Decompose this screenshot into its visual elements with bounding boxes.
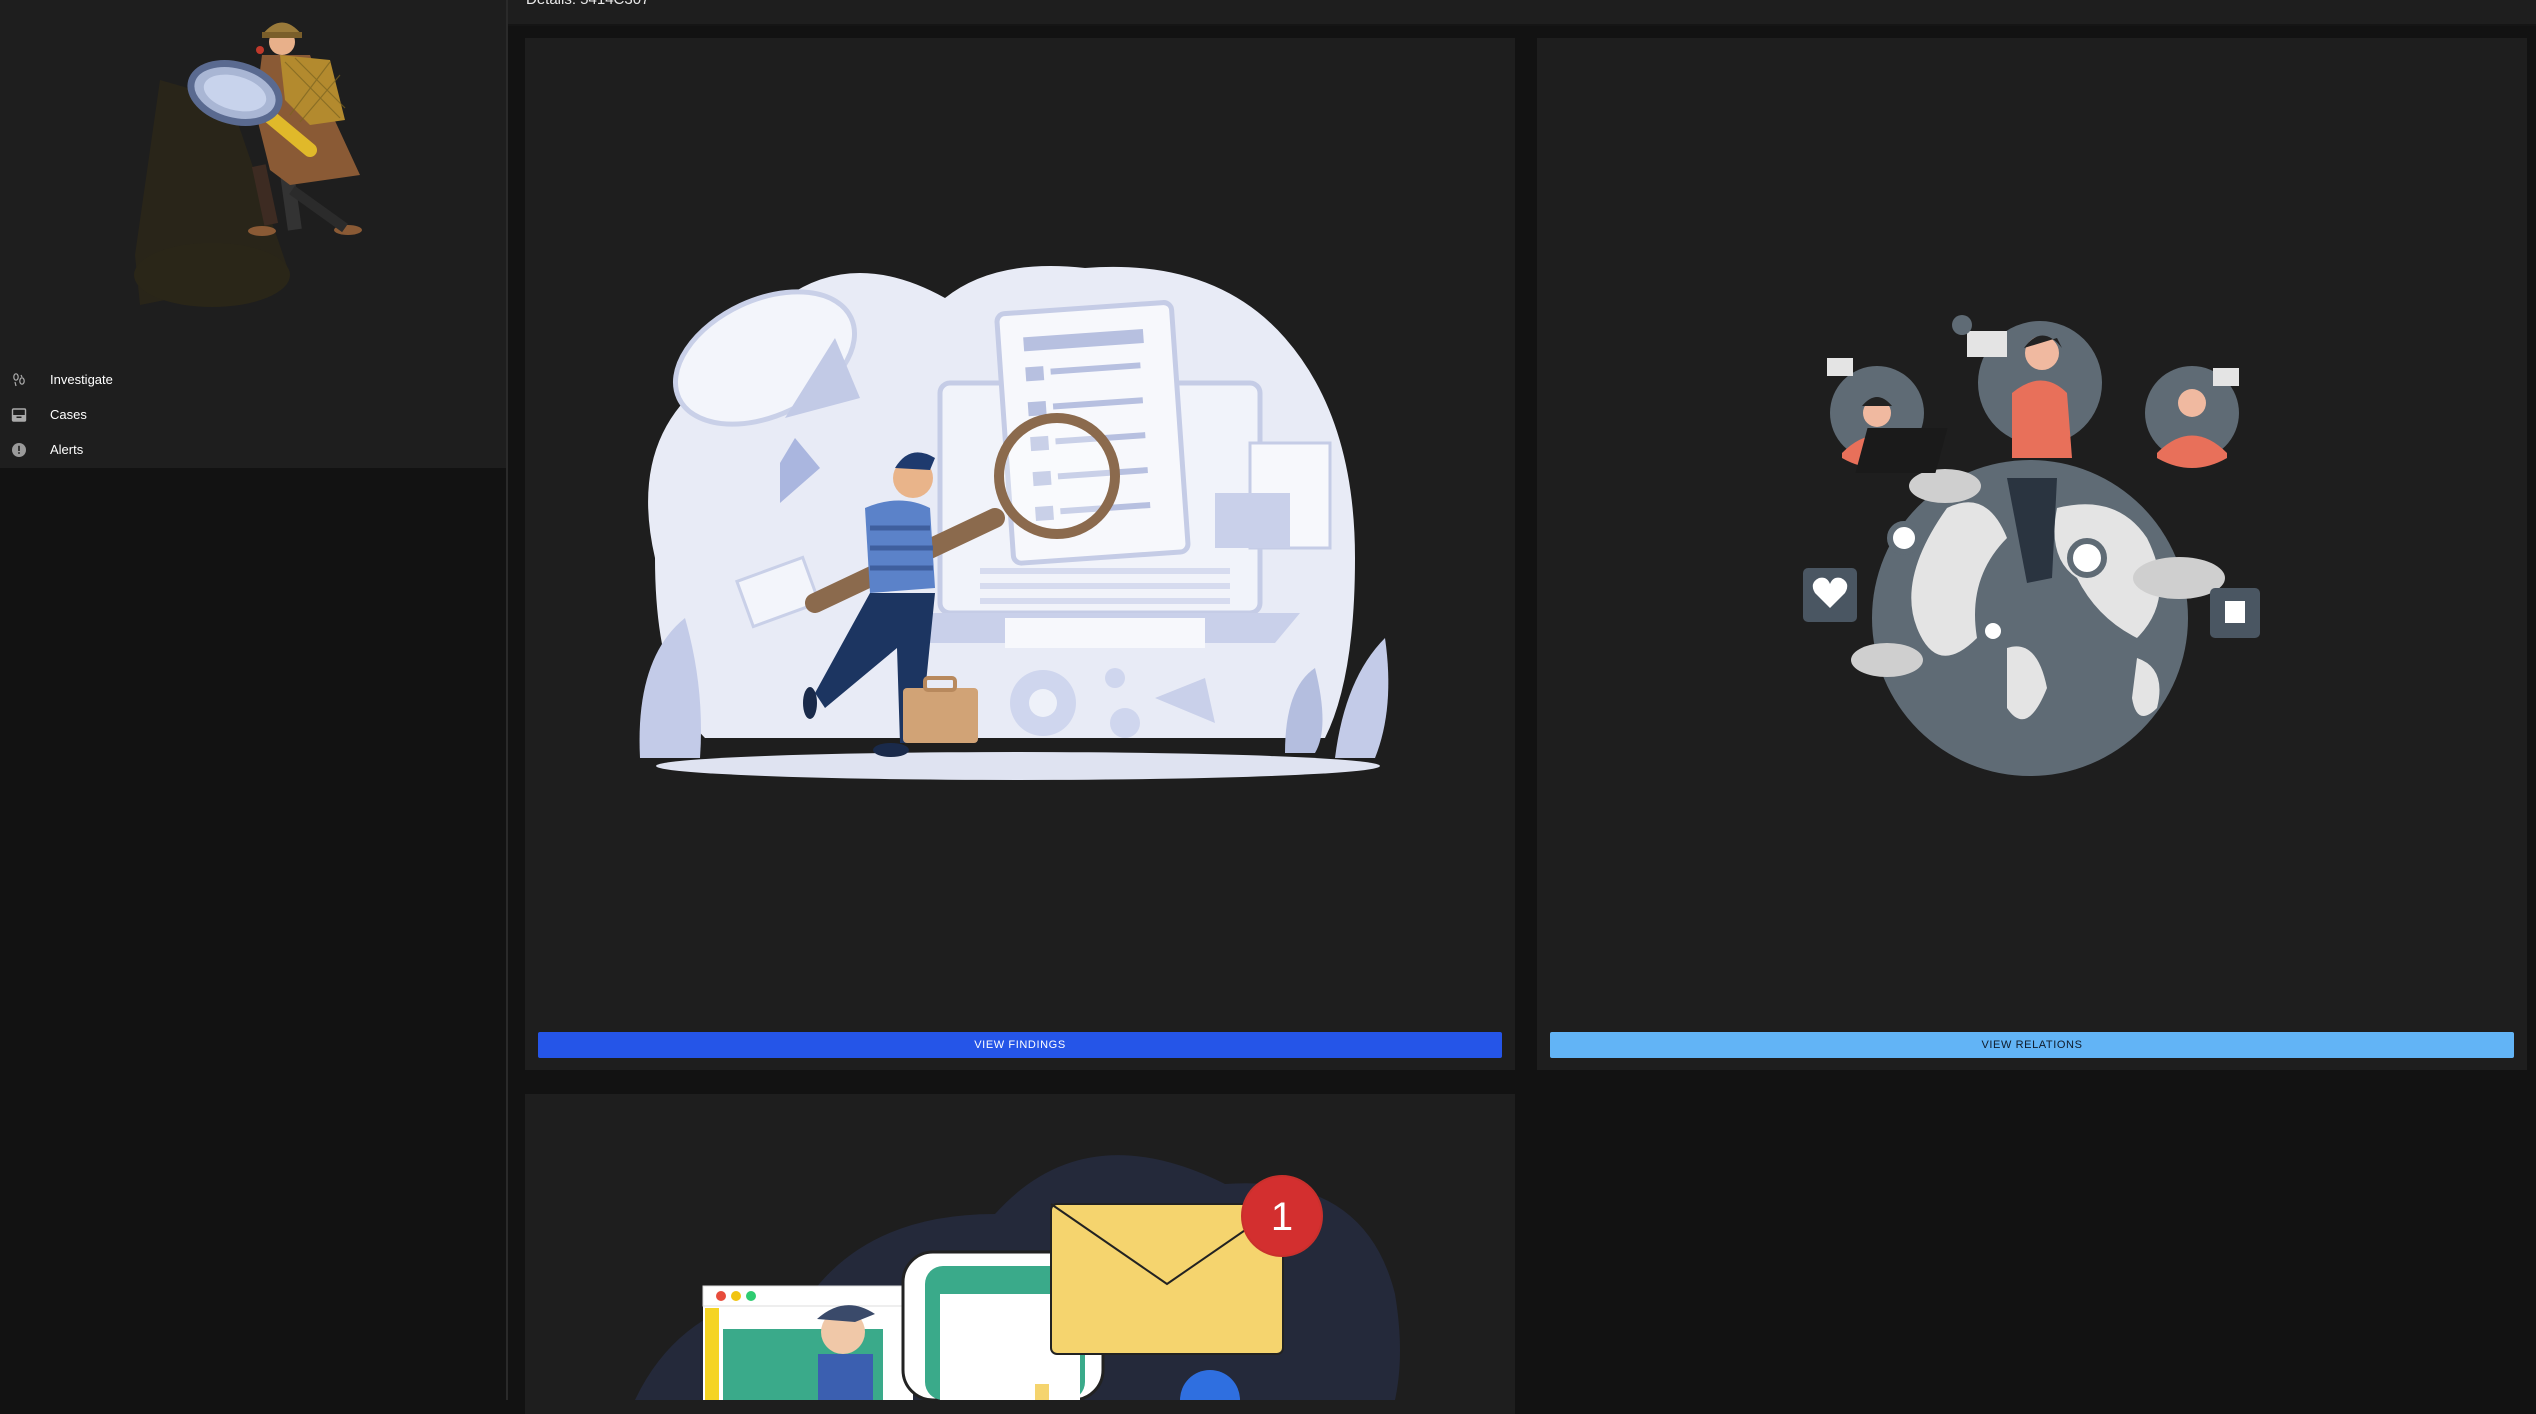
sidebar-item-alerts[interactable]: Alerts — [0, 432, 506, 467]
view-findings-button[interactable]: VIEW FINDINGS — [538, 1032, 1502, 1058]
notification-badge-count: 1 — [1271, 1195, 1293, 1239]
relations-illustration — [1803, 315, 2260, 776]
sidebar-item-cases[interactable]: Cases — [0, 397, 506, 432]
sidebar-item-label: Investigate — [50, 372, 113, 387]
detective-logo-icon — [134, 22, 362, 307]
top-bar: Details: 5414C307 — [508, 0, 2536, 26]
inbox-tray-icon — [10, 406, 28, 424]
sidebar-item-label: Alerts — [50, 442, 84, 457]
findings-illustration — [639, 266, 1389, 780]
sidebar-item-investigate[interactable]: Investigate — [0, 362, 506, 397]
alerts-card: 1 — [525, 1094, 1515, 1414]
relations-card: VIEW RELATIONS — [1537, 38, 2527, 1070]
sidebar-item-label: Cases — [50, 407, 87, 422]
app-logo — [0, 0, 506, 362]
page-title: Details: 5414C307 — [526, 0, 649, 8]
view-relations-button[interactable]: VIEW RELATIONS — [1550, 1032, 2514, 1058]
alerts-illustration: 1 — [635, 1155, 1400, 1400]
findings-card: VIEW FINDINGS — [525, 38, 1515, 1070]
sidebar-nav: Investigate Cases Alerts — [0, 362, 506, 468]
footprints-icon — [10, 371, 28, 389]
sidebar: Investigate Cases Alerts — [0, 0, 508, 1400]
alert-circle-icon — [10, 441, 28, 459]
